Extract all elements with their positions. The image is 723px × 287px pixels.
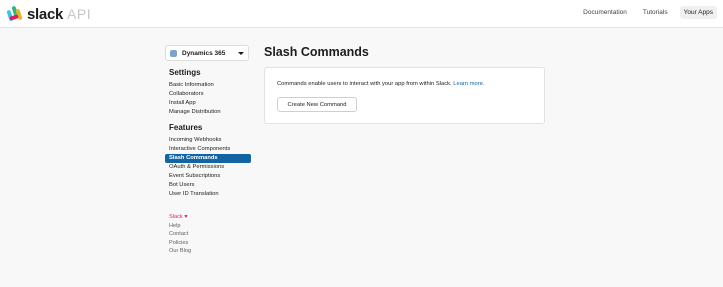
chevron-down-icon — [238, 51, 244, 55]
sidebar-item-incoming-webhooks[interactable]: Incoming Webhooks — [165, 136, 251, 145]
footer-policies-link[interactable]: Policies — [165, 239, 251, 248]
sidebar-item-basic-information[interactable]: Basic Information — [165, 81, 251, 90]
sidebar-item-manage-distribution[interactable]: Manage Distribution — [165, 108, 251, 117]
learn-more-link[interactable]: Learn more. — [453, 81, 484, 87]
sidebar-item-user-id-translation[interactable]: User ID Translation — [165, 190, 251, 199]
sidebar-item-interactive-components[interactable]: Interactive Components — [165, 145, 251, 154]
app-name: Dynamics 365 — [182, 49, 226, 57]
app-switcher[interactable]: Dynamics 365 — [165, 45, 249, 61]
main-content: Slash Commands Commands enable users to … — [264, 45, 545, 124]
sidebar-item-oauth-permissions[interactable]: OAuth & Permissions — [165, 163, 251, 172]
create-new-command-button[interactable]: Create New Command — [277, 97, 357, 112]
nav-your-apps[interactable]: Your Apps — [679, 6, 717, 19]
sidebar-item-install-app[interactable]: Install App — [165, 99, 251, 108]
slack-api-logo[interactable]: slack API — [6, 5, 91, 23]
sidebar-item-bot-users[interactable]: Bot Users — [165, 181, 251, 190]
footer-slack-label: Slack — [169, 214, 183, 220]
top-nav: Documentation Tutorials Your Apps — [571, 6, 717, 19]
card-description: Commands enable users to interact with y… — [277, 81, 485, 87]
sidebar: Dynamics 365 Settings Basic Information … — [165, 45, 251, 256]
settings-heading: Settings — [169, 68, 201, 77]
footer-help-link[interactable]: Help — [165, 222, 251, 231]
heart-icon: ♥ — [184, 214, 188, 220]
logo-word: slack — [27, 5, 64, 23]
sidebar-item-event-subscriptions[interactable]: Event Subscriptions — [165, 172, 251, 181]
footer-our-blog-link[interactable]: Our Blog — [165, 247, 251, 256]
nav-documentation[interactable]: Documentation — [579, 6, 631, 19]
footer-slack-link[interactable]: Slack ♥ — [165, 213, 251, 222]
logo-api-suffix: API — [67, 6, 92, 22]
app-icon — [170, 49, 177, 57]
slash-commands-card: Commands enable users to interact with y… — [264, 67, 545, 124]
sidebar-footer: Slack ♥ Help Contact Policies Our Blog — [165, 213, 251, 256]
slack-logo-icon — [6, 5, 24, 23]
features-heading: Features — [169, 123, 203, 132]
description-text: Commands enable users to interact with y… — [277, 81, 452, 87]
sidebar-item-collaborators[interactable]: Collaborators — [165, 90, 251, 99]
nav-tutorials[interactable]: Tutorials — [639, 6, 672, 19]
footer-contact-link[interactable]: Contact — [165, 230, 251, 239]
sidebar-item-slash-commands[interactable]: Slash Commands — [165, 154, 251, 163]
top-bar: slack API Documentation Tutorials Your A… — [0, 0, 723, 28]
page-title: Slash Commands — [264, 45, 369, 59]
